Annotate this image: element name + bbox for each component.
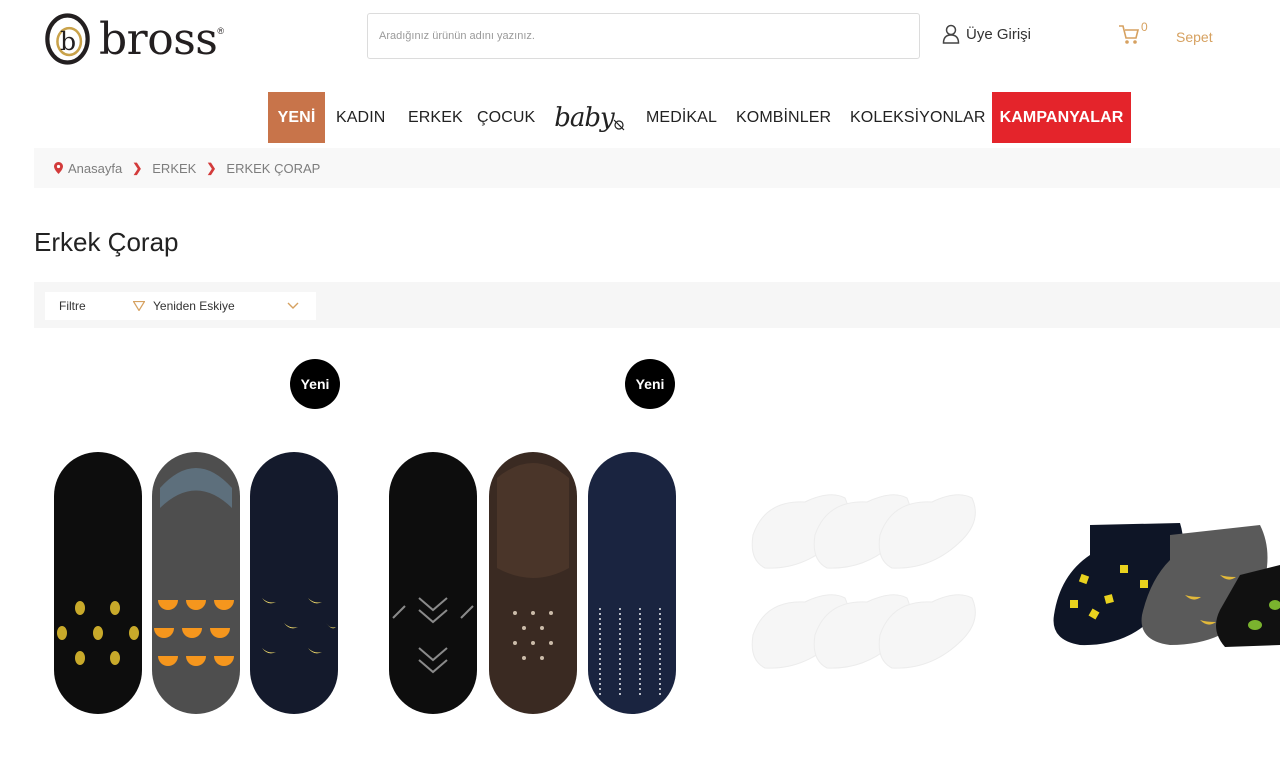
product-image	[1053, 523, 1280, 647]
product-card[interactable]	[745, 480, 990, 680]
nav-item-new[interactable]: YENİ	[268, 92, 325, 143]
nav-item-medical[interactable]: MEDİKAL	[646, 92, 717, 143]
user-icon	[942, 24, 960, 44]
nav-item-collections[interactable]: KOLEKSİYONLAR	[850, 92, 986, 143]
location-pin-icon	[54, 162, 63, 174]
nav-item-men[interactable]: ERKEK	[408, 92, 463, 143]
pacifier-icon	[613, 119, 625, 130]
nav-item-baby[interactable]: baby	[553, 92, 627, 143]
logo-mark-icon: b	[45, 13, 90, 65]
brand-name: bross	[99, 13, 218, 65]
cart-count: 0	[1141, 20, 1148, 34]
main-nav: YENİ KADIN ERKEK ÇOCUK baby MEDİKAL KOMB…	[0, 92, 1280, 144]
cart-label[interactable]: Sepet	[1176, 29, 1213, 45]
product-card[interactable]	[1050, 515, 1280, 655]
product-image	[751, 494, 976, 669]
filter-button[interactable]: Filtre	[59, 299, 133, 313]
product-card[interactable]	[50, 448, 345, 718]
brand-logo[interactable]: b bross ®	[44, 4, 224, 74]
svg-text:b: b	[60, 27, 76, 56]
nav-item-combinations[interactable]: KOMBİNLER	[736, 92, 831, 143]
baby-logo-text: baby	[554, 102, 614, 133]
cart-icon	[1119, 25, 1140, 44]
filter-sort-box: Filtre Yeniden Eskiye	[45, 292, 316, 320]
cart-button[interactable]: 0	[1118, 20, 1148, 46]
nav-item-campaigns[interactable]: KAMPANYALAR	[992, 92, 1131, 143]
breadcrumb-separator-icon: ❯	[132, 161, 143, 175]
member-login-link[interactable]: Üye Girişi	[942, 24, 1031, 44]
new-badge: Yeni	[625, 359, 675, 409]
product-image	[389, 452, 676, 714]
nav-item-kids[interactable]: ÇOCUK	[477, 92, 535, 143]
breadcrumb-separator-icon: ❯	[206, 161, 217, 175]
breadcrumb-men-socks: ERKEK ÇORAP	[226, 160, 321, 176]
product-card[interactable]	[385, 448, 680, 718]
sort-select[interactable]: Yeniden Eskiye	[133, 299, 299, 313]
search-input[interactable]	[368, 14, 919, 58]
new-badge: Yeni	[290, 359, 340, 409]
page-title: Erkek Çorap	[34, 227, 179, 257]
member-login-label: Üye Girişi	[966, 25, 1032, 43]
breadcrumb-home[interactable]: Anasayfa	[68, 161, 122, 176]
product-image	[54, 452, 338, 714]
registered-mark: ®	[217, 26, 224, 36]
filter-bar: Filtre Yeniden Eskiye	[34, 282, 1280, 328]
breadcrumb: Anasayfa ❯ ERKEK ❯ ERKEK ÇORAP	[34, 148, 1280, 188]
sort-selected-value: Yeniden Eskiye	[153, 299, 235, 313]
filter-funnel-icon	[133, 301, 145, 311]
search-box[interactable]	[367, 13, 920, 59]
nav-item-women[interactable]: KADIN	[336, 92, 385, 143]
breadcrumb-men[interactable]: ERKEK	[152, 161, 196, 176]
chevron-down-icon	[287, 302, 299, 309]
